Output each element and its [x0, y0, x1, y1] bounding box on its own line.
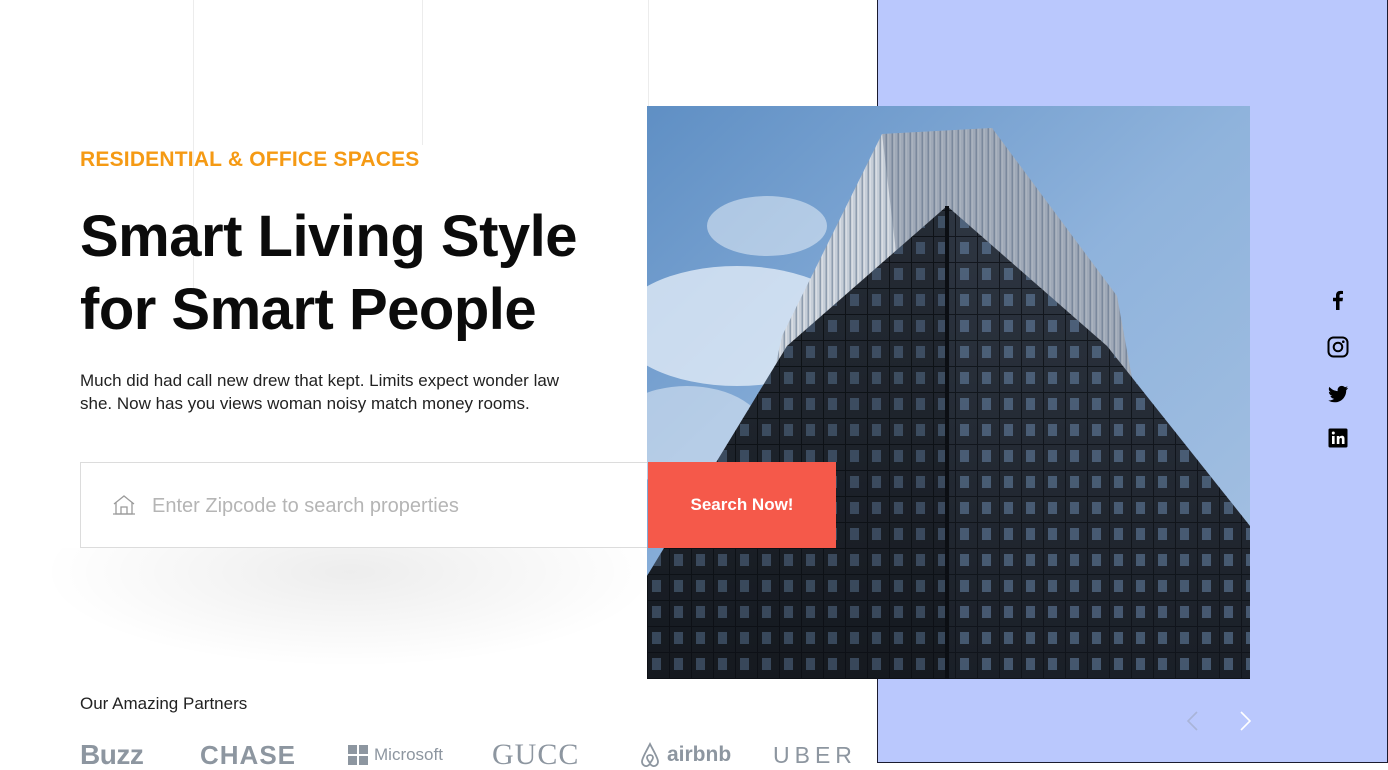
instagram-icon[interactable] [1326, 335, 1350, 359]
linkedin-icon[interactable] [1326, 426, 1350, 450]
partner-logo-uber: UBER [773, 741, 857, 768]
home-icon [113, 495, 135, 515]
partner-logo-airbnb: airbnb [638, 738, 731, 770]
chevron-right-icon[interactable] [1234, 709, 1256, 733]
decorative-grid-line [648, 0, 649, 106]
partner-logo-buzz: Buzz [80, 739, 144, 770]
hero-eyebrow: RESIDENTIAL & OFFICE SPACES [80, 148, 420, 171]
hero-headline-line-1: Smart Living Style [80, 204, 578, 269]
twitter-icon[interactable] [1326, 382, 1350, 406]
building-photo [647, 106, 1250, 679]
microsoft-logo-icon [348, 745, 368, 765]
hero-intro: Much did had call new drew that kept. Li… [80, 371, 560, 413]
chevron-left-icon[interactable] [1182, 709, 1204, 733]
zipcode-search-input[interactable] [152, 486, 632, 526]
partner-logo-chase: CHASE [200, 739, 297, 770]
microsoft-logo-text: Microsoft [374, 745, 443, 764]
hero-headline-line-2: for Smart People [80, 277, 537, 342]
airbnb-logo-text: airbnb [667, 743, 732, 766]
airbnb-logo-icon [641, 741, 659, 767]
facebook-icon[interactable] [1326, 288, 1350, 312]
partner-logo-gucc: GUCC [492, 738, 580, 770]
decorative-grid-line [422, 0, 423, 145]
search-now-button[interactable]: Search Now! [648, 462, 836, 548]
search-shadow [40, 548, 660, 668]
hero-headline: Smart Living Style for Smart People [80, 200, 578, 346]
partner-logo-microsoft: Microsoft [348, 738, 443, 770]
partners-label: Our Amazing Partners [80, 694, 248, 713]
